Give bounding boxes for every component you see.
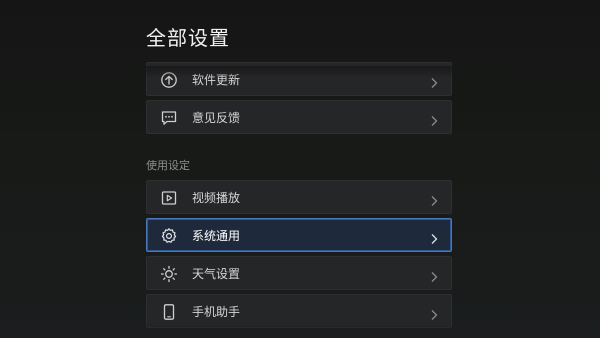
feedback-item[interactable]: 意见反馈 xyxy=(146,100,452,134)
phone-icon xyxy=(160,303,178,321)
software-update-item[interactable]: 软件更新 xyxy=(146,62,452,96)
sun-icon xyxy=(160,265,178,283)
video-playback-item[interactable]: 视频播放 xyxy=(146,180,452,214)
chevron-right-icon xyxy=(429,306,439,320)
phone-assistant-item[interactable]: 手机助手 xyxy=(146,294,452,328)
chevron-right-icon xyxy=(429,230,439,244)
software-update-label: 软件更新 xyxy=(192,73,241,87)
weather-settings-item[interactable]: 天气设置 xyxy=(146,256,452,290)
upload-arrow-icon xyxy=(160,71,178,89)
video-play-icon xyxy=(160,189,178,207)
gear-icon xyxy=(160,227,178,245)
system-general-item[interactable]: 系统通用 xyxy=(146,218,452,252)
chevron-right-icon xyxy=(429,192,439,206)
chevron-right-icon xyxy=(429,268,439,282)
phone-assistant-label: 手机助手 xyxy=(192,305,241,319)
weather-settings-label: 天气设置 xyxy=(192,267,241,281)
page-title: 全部设置 xyxy=(146,26,230,50)
feedback-chat-icon xyxy=(160,109,178,127)
usage-section-title: 使用设定 xyxy=(146,159,190,172)
feedback-label: 意见反馈 xyxy=(192,111,241,125)
video-playback-label: 视频播放 xyxy=(192,191,241,205)
system-general-label: 系统通用 xyxy=(192,229,241,243)
chevron-right-icon xyxy=(429,74,439,88)
chevron-right-icon xyxy=(429,112,439,126)
